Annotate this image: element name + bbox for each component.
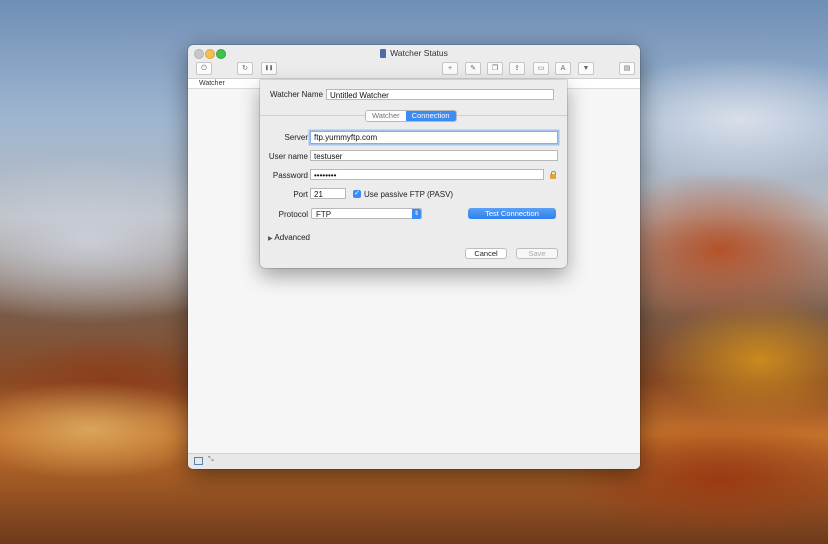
- power-button[interactable]: ⏻: [196, 62, 212, 75]
- toggle-sidebar-button[interactable]: ▤: [619, 62, 635, 75]
- window-title-group: Watcher Status: [380, 48, 448, 58]
- window-layout-icon[interactable]: [194, 457, 203, 465]
- watcher-settings-sheet: Watcher Name Untitled Watcher Watcher Co…: [260, 80, 567, 268]
- duplicate-watcher-button[interactable]: ❐: [487, 62, 503, 75]
- password-field[interactable]: ••••••••: [310, 169, 544, 180]
- passive-ftp-checkbox[interactable]: ✓: [353, 190, 361, 198]
- minimize-window-button[interactable]: [205, 49, 215, 59]
- tab-control: Watcher Connection: [365, 110, 457, 122]
- username-label: User name: [268, 152, 308, 161]
- protocol-value: FTP: [316, 210, 332, 219]
- font-icon: A: [560, 65, 566, 72]
- new-document-icon: +: [447, 65, 453, 72]
- pause-button[interactable]: ❚❚: [261, 62, 277, 75]
- status-bar: ⤡: [188, 453, 640, 469]
- folder-button[interactable]: ▭: [533, 62, 549, 75]
- close-window-button[interactable]: [194, 49, 204, 59]
- password-label: Password: [272, 171, 308, 180]
- resize-icon[interactable]: ⤡: [208, 456, 214, 464]
- filter-button[interactable]: ▼: [578, 62, 594, 75]
- edit-document-icon: ✎: [470, 65, 476, 72]
- power-icon: ⏻: [201, 65, 207, 72]
- pause-icon: ❚❚: [264, 65, 274, 71]
- font-button[interactable]: A: [555, 62, 571, 75]
- edit-watcher-button[interactable]: ✎: [465, 62, 481, 75]
- protocol-popup[interactable]: FTP ⇕: [311, 208, 422, 219]
- refresh-icon: ↻: [242, 65, 248, 72]
- advanced-label: Advanced: [274, 233, 310, 242]
- column-header-label: Watcher: [199, 80, 225, 87]
- refresh-button[interactable]: ↻: [237, 62, 253, 75]
- sidebar-icon: ▤: [623, 65, 631, 72]
- server-label: Server: [284, 133, 308, 142]
- watcher-name-field[interactable]: Untitled Watcher: [326, 89, 554, 100]
- advanced-disclosure[interactable]: ▶ Advanced: [268, 233, 310, 242]
- document-icon: [380, 48, 387, 58]
- toolbar: ⏻ ↻ ❚❚ + ✎ ❐ ⇪ ▭ A ▼ ▤: [188, 61, 640, 77]
- filter-icon: ▼: [582, 65, 590, 72]
- watcher-name-label: Watcher Name: [269, 90, 323, 99]
- username-field[interactable]: testuser: [310, 150, 558, 161]
- chevron-updown-icon: ⇕: [412, 209, 421, 219]
- server-field[interactable]: ftp.yummyftp.com: [310, 131, 558, 144]
- window-title: Watcher Status: [390, 48, 448, 58]
- protocol-label: Protocol: [278, 210, 308, 219]
- keychain-lock-icon[interactable]: [550, 171, 556, 179]
- export-icon: ⇪: [514, 65, 520, 72]
- folder-icon: ▭: [537, 65, 545, 72]
- export-button[interactable]: ⇪: [509, 62, 525, 75]
- save-button[interactable]: Save: [516, 248, 558, 259]
- port-field[interactable]: 21: [310, 188, 346, 199]
- test-connection-button[interactable]: Test Connection: [468, 208, 556, 219]
- zoom-window-button[interactable]: [216, 49, 226, 59]
- port-label: Port: [293, 190, 308, 199]
- title-bar[interactable]: Watcher Status: [188, 45, 640, 61]
- cancel-button[interactable]: Cancel: [465, 248, 507, 259]
- disclosure-triangle-icon: ▶: [268, 236, 273, 242]
- copy-document-icon: ❐: [491, 65, 499, 72]
- tab-connection[interactable]: Connection: [405, 111, 456, 121]
- tab-watcher[interactable]: Watcher: [366, 111, 406, 121]
- passive-ftp-label: Use passive FTP (PASV): [364, 190, 454, 199]
- new-watcher-button[interactable]: +: [442, 62, 458, 75]
